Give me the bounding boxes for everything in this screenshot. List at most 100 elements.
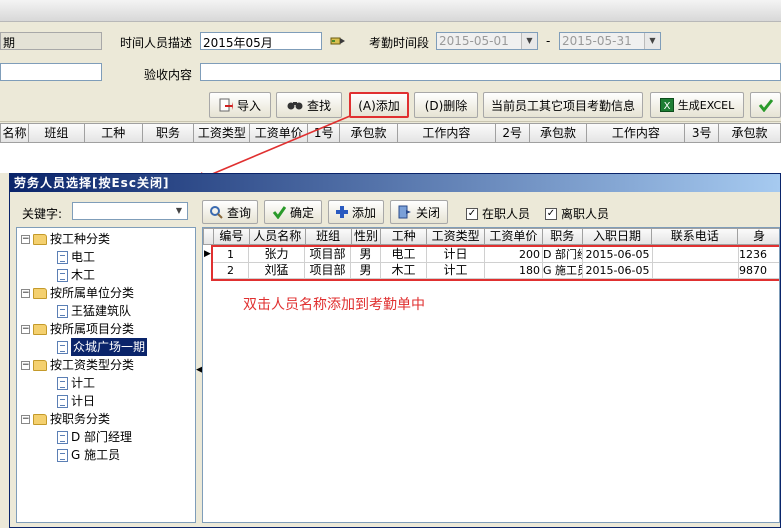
grid-col[interactable]: 性别	[352, 229, 382, 244]
off-job-checkbox[interactable]: ✓ 离职人员	[545, 205, 609, 222]
document-icon	[57, 376, 68, 390]
tree-node[interactable]: 电工	[57, 248, 95, 266]
time-desc-value: 2015年05月	[203, 36, 273, 50]
check-icon	[272, 206, 286, 219]
collapse-icon[interactable]: −	[21, 288, 30, 298]
checkbox-checked-icon[interactable]: ✓	[545, 207, 557, 220]
grid-col[interactable]: 职务	[543, 229, 583, 244]
tree-node-label: 王猛建筑队	[71, 304, 132, 318]
excel-button[interactable]: X 生成EXCEL	[650, 92, 744, 118]
grid-col[interactable]: 身	[738, 229, 779, 244]
chevron-down-icon[interactable]: ▼	[644, 33, 660, 49]
time-desc-input[interactable]: 2015年05月	[200, 32, 322, 50]
personnel-dialog: 劳务人员选择[按Esc关闭] 关键字: ▼ 查询 确定 添加 关闭 ✓ 在职人员…	[9, 173, 781, 528]
tree-node[interactable]: − 按工资类型分类	[21, 356, 134, 374]
confirm-button[interactable]: 确定	[264, 200, 322, 224]
grid-col[interactable]: 工资类型	[427, 229, 486, 244]
keyword-combo[interactable]: ▼	[72, 202, 188, 220]
on-job-checkbox[interactable]: ✓ 在职人员	[466, 205, 530, 222]
document-icon	[57, 340, 68, 354]
personnel-grid: 编号 人员名称 班组 性别 工种 工资类型 工资单价 职务 入职日期 联系电话 …	[202, 227, 780, 523]
time-desc-label: 时间人员描述	[120, 36, 193, 50]
grid-col[interactable]: 编号	[214, 229, 250, 244]
grid-col[interactable]: 工种	[381, 229, 428, 244]
other-info-button[interactable]: 当前员工其它项目考勤信息	[483, 92, 643, 118]
tree-node[interactable]: − 按所属单位分类	[21, 284, 134, 302]
grid-header: 编号 人员名称 班组 性别 工种 工资类型 工资单价 职务 入职日期 联系电话 …	[203, 228, 779, 245]
off-job-label: 离职人员	[561, 207, 610, 221]
date-to-combo[interactable]: 2015-05-31 ▼	[559, 32, 661, 50]
find-label: 查找	[306, 98, 331, 113]
main-col[interactable]: 承包款	[719, 124, 780, 142]
other-info-label: 当前员工其它项目考勤信息	[490, 98, 635, 113]
tree-node-label: 计日	[71, 394, 96, 408]
dialog-add-label: 添加	[351, 205, 376, 220]
tree-node[interactable]: D 部门经理	[57, 428, 132, 446]
main-col[interactable]: 承包款	[530, 124, 588, 142]
delete-button[interactable]: (D)删除	[414, 92, 478, 118]
tree-node-label: 按工资类型分类	[50, 358, 135, 372]
date-separator: -	[546, 34, 551, 48]
chevron-down-icon[interactable]: ▼	[171, 203, 187, 219]
main-col[interactable]: 工种	[85, 124, 143, 142]
grid-col[interactable]: 联系电话	[652, 229, 739, 244]
main-grid-header: 名称 班组 工种 职务 工资类型 工资单价 1号 承包款 工作内容 2号 承包款…	[0, 123, 781, 143]
tree-node-label: 电工	[71, 250, 96, 264]
main-col[interactable]: 名称	[1, 124, 29, 142]
tree-node[interactable]: 木工	[57, 266, 95, 284]
tree-node[interactable]: 计日	[57, 392, 95, 410]
keyword-label-text: 关键字	[22, 207, 59, 221]
folder-icon	[33, 287, 47, 299]
import-icon	[219, 98, 233, 112]
tree-node[interactable]: − 按工种分类	[21, 230, 110, 248]
confirm-label: 确定	[289, 205, 314, 220]
date-from-combo[interactable]: 2015-05-01 ▼	[436, 32, 538, 50]
collapse-icon[interactable]: −	[21, 324, 30, 334]
confirm-check-button[interactable]	[750, 92, 781, 118]
checkbox-checked-icon[interactable]: ✓	[466, 207, 478, 220]
collapse-icon[interactable]: −	[21, 414, 30, 424]
toolbar: 导入 查找 (A)添加 (D)删除 当前员工其它项目考勤信息 X 生成EXCEL	[0, 88, 781, 122]
tree-node-label: 木工	[71, 268, 96, 282]
main-col[interactable]: 3号	[685, 124, 720, 142]
form-area: 期 时间人员描述 2015年05月 考勤时间段 2015-05-01 ▼ - 20…	[0, 22, 781, 88]
delete-label: (D)删除	[424, 98, 468, 113]
attend-period-label: 考勤时间段	[369, 36, 430, 50]
collapse-icon[interactable]: −	[21, 234, 30, 244]
tree-node[interactable]: 王猛建筑队	[57, 302, 131, 320]
document-icon	[57, 304, 68, 318]
tree-node-label: 按所属项目分类	[50, 322, 135, 336]
grid-col[interactable]: 工资单价	[485, 229, 543, 244]
inspection-input[interactable]	[200, 63, 781, 81]
tree-node-label: 按职务分类	[50, 412, 111, 426]
pencil-icon[interactable]	[330, 35, 346, 47]
document-icon	[57, 250, 68, 264]
exit-door-icon	[398, 205, 411, 219]
dialog-add-button[interactable]: 添加	[328, 200, 384, 224]
grid-col[interactable]: 班组	[306, 229, 352, 244]
tree-node[interactable]: G 施工员	[57, 446, 120, 464]
main-col[interactable]: 班组	[29, 124, 85, 142]
main-col[interactable]: 工作内容	[398, 124, 496, 142]
tree-node[interactable]: − 按职务分类	[21, 410, 110, 428]
main-col[interactable]: 工作内容	[587, 124, 686, 142]
tree-node[interactable]: − 按所属项目分类	[21, 320, 134, 338]
grid-col[interactable]: 人员名称	[250, 229, 306, 244]
add-button[interactable]: (A)添加	[349, 92, 409, 118]
collapse-icon[interactable]: −	[21, 360, 30, 370]
tree-node-selected[interactable]: 众城广场一期	[57, 338, 148, 356]
period-field-text: 期	[3, 36, 16, 50]
period-field: 期	[0, 32, 102, 50]
close-button[interactable]: 关闭	[390, 200, 448, 224]
left-input[interactable]	[0, 63, 102, 81]
document-icon	[57, 430, 68, 444]
tree-node[interactable]: 计工	[57, 374, 95, 392]
on-job-label: 在职人员	[482, 207, 531, 221]
chevron-down-icon[interactable]: ▼	[521, 33, 537, 49]
import-label: 导入	[236, 98, 261, 113]
top-bar	[0, 0, 781, 22]
grid-col[interactable]: 入职日期	[583, 229, 653, 244]
main-col[interactable]: 2号	[496, 124, 530, 142]
tree-node-label: 按所属单位分类	[50, 286, 135, 300]
query-button[interactable]: 查询	[202, 200, 258, 224]
